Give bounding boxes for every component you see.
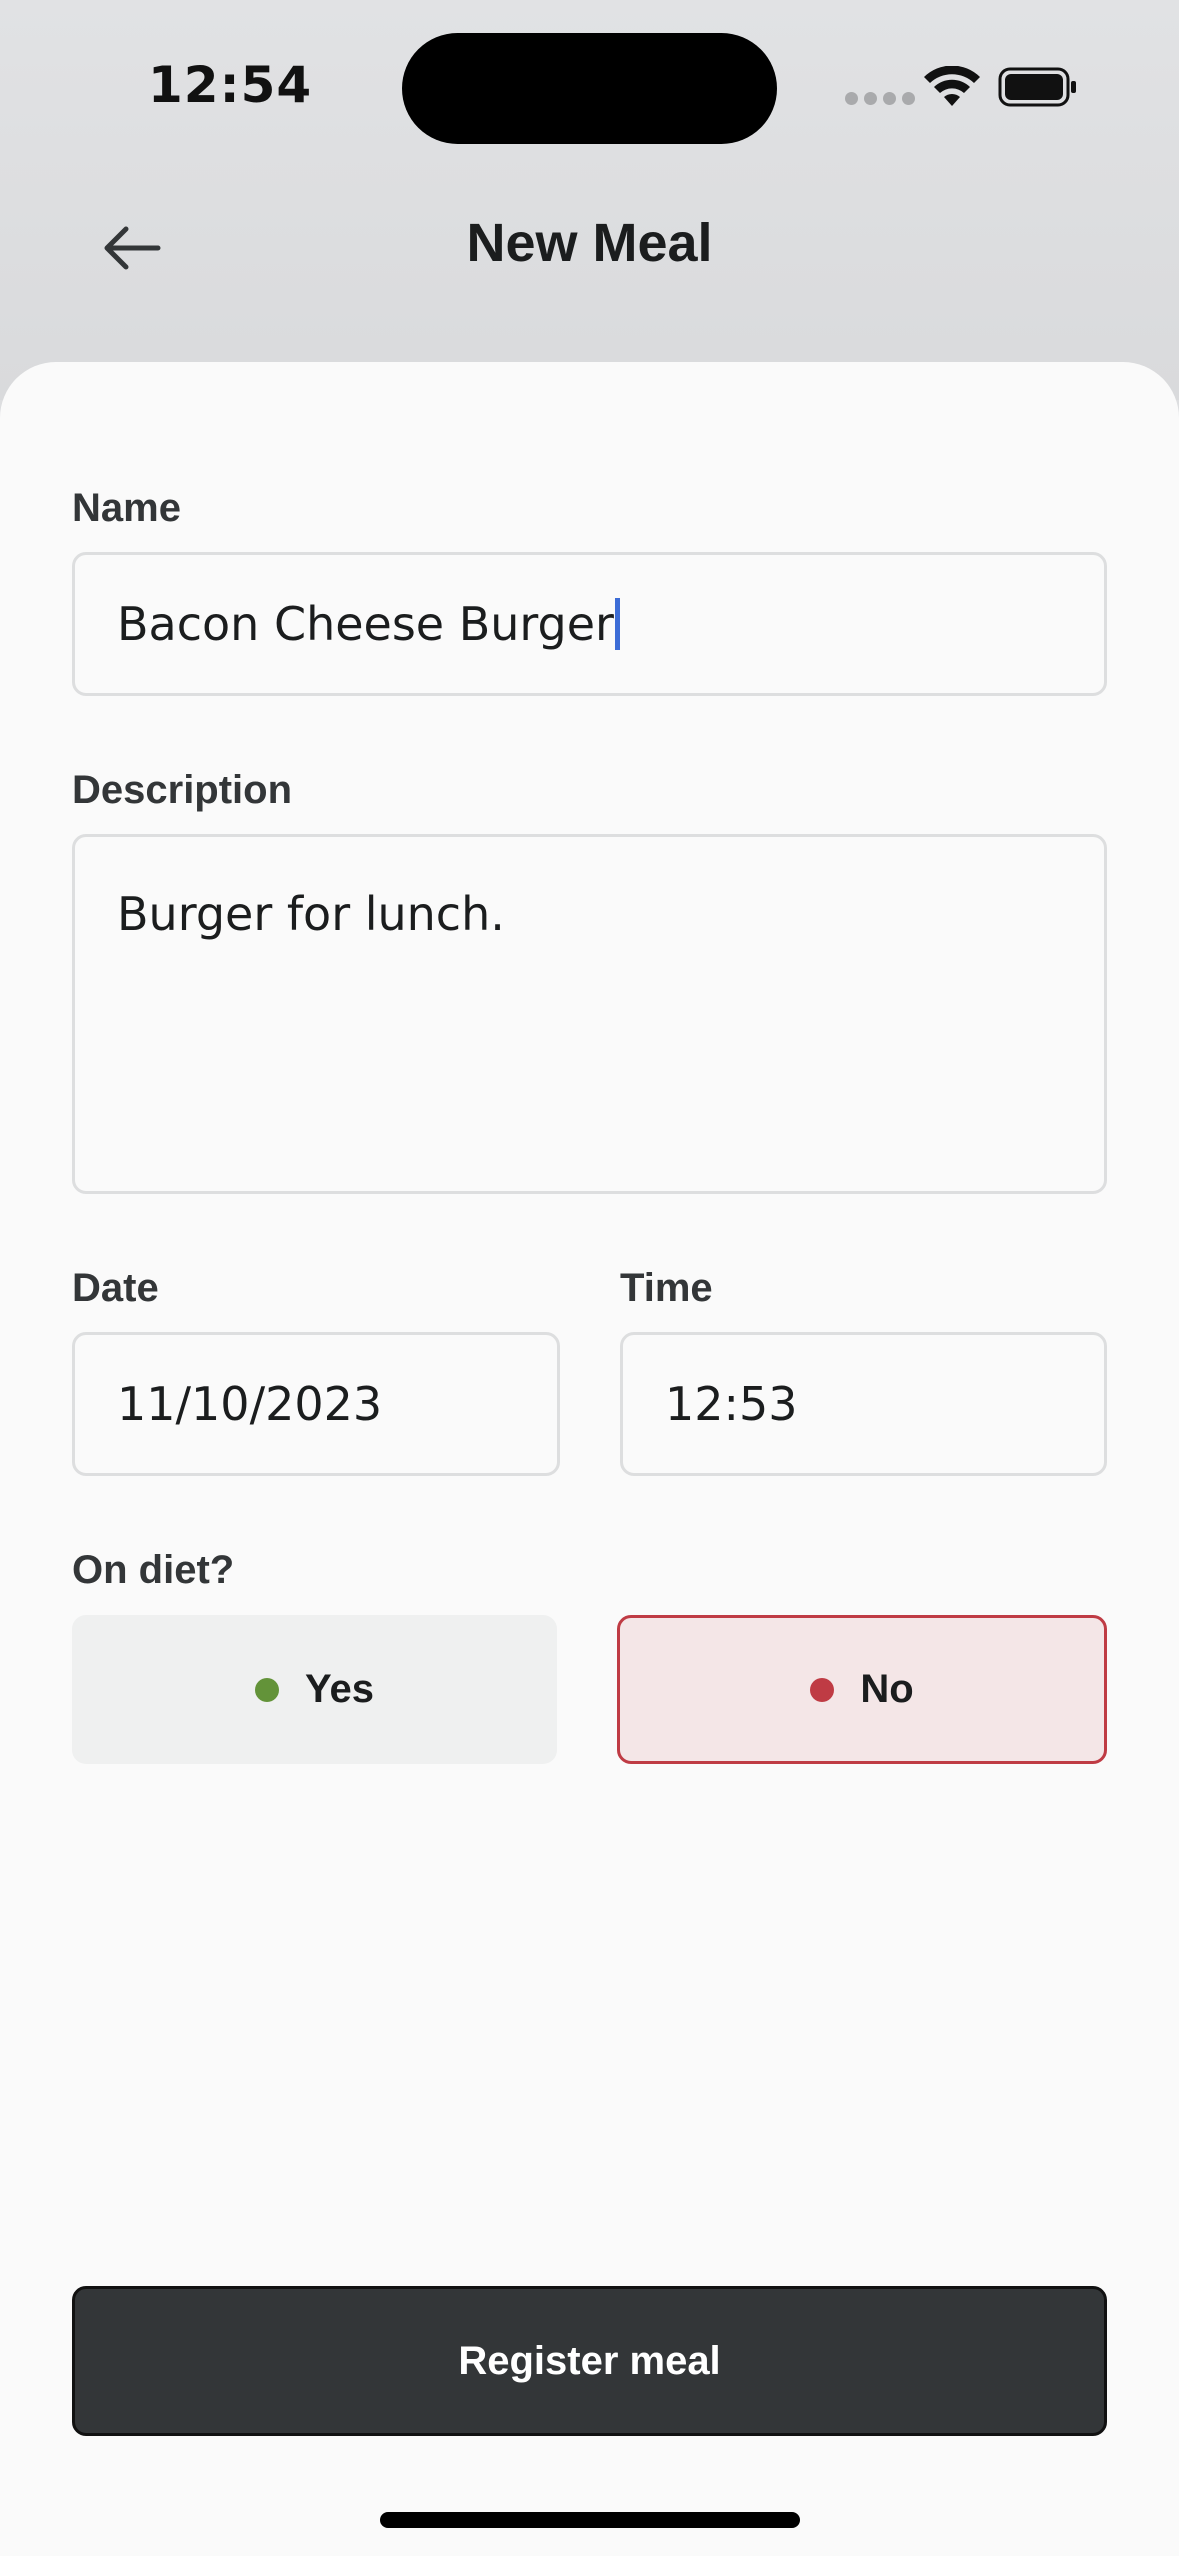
diet-no-button[interactable]: No (617, 1615, 1107, 1764)
battery-icon (998, 67, 1076, 107)
arrow-left-icon (104, 226, 161, 270)
description-label: Description (72, 768, 293, 812)
description-value: Burger for lunch. (117, 887, 505, 941)
description-textarea[interactable]: Burger for lunch. (72, 834, 1107, 1194)
wifi-icon (924, 66, 980, 106)
register-meal-button[interactable]: Register meal (72, 2286, 1107, 2436)
time-label: Time (620, 1266, 713, 1310)
dynamic-island (402, 33, 777, 144)
diet-yes-button[interactable]: Yes (72, 1615, 557, 1764)
green-dot-icon (255, 1677, 280, 1702)
home-indicator[interactable] (380, 2512, 800, 2528)
text-cursor (614, 598, 620, 650)
register-meal-label: Register meal (458, 2338, 721, 2383)
back-button[interactable] (96, 212, 168, 284)
status-time: 12:54 (148, 56, 313, 114)
cellular-signal-icon (845, 92, 915, 105)
date-input[interactable]: 11/10/2023 (72, 1332, 560, 1476)
time-input[interactable]: 12:53 (620, 1332, 1107, 1476)
date-label: Date (72, 1266, 159, 1310)
on-diet-label: On diet? (72, 1548, 235, 1592)
name-input-value: Bacon Cheese Burger (117, 597, 614, 651)
red-dot-icon (810, 1677, 835, 1702)
date-value: 11/10/2023 (117, 1377, 383, 1431)
name-input[interactable]: Bacon Cheese Burger (72, 552, 1107, 696)
name-label: Name (72, 486, 181, 530)
diet-yes-label: Yes (305, 1667, 374, 1711)
time-value: 12:53 (665, 1377, 798, 1431)
diet-no-label: No (860, 1667, 914, 1711)
